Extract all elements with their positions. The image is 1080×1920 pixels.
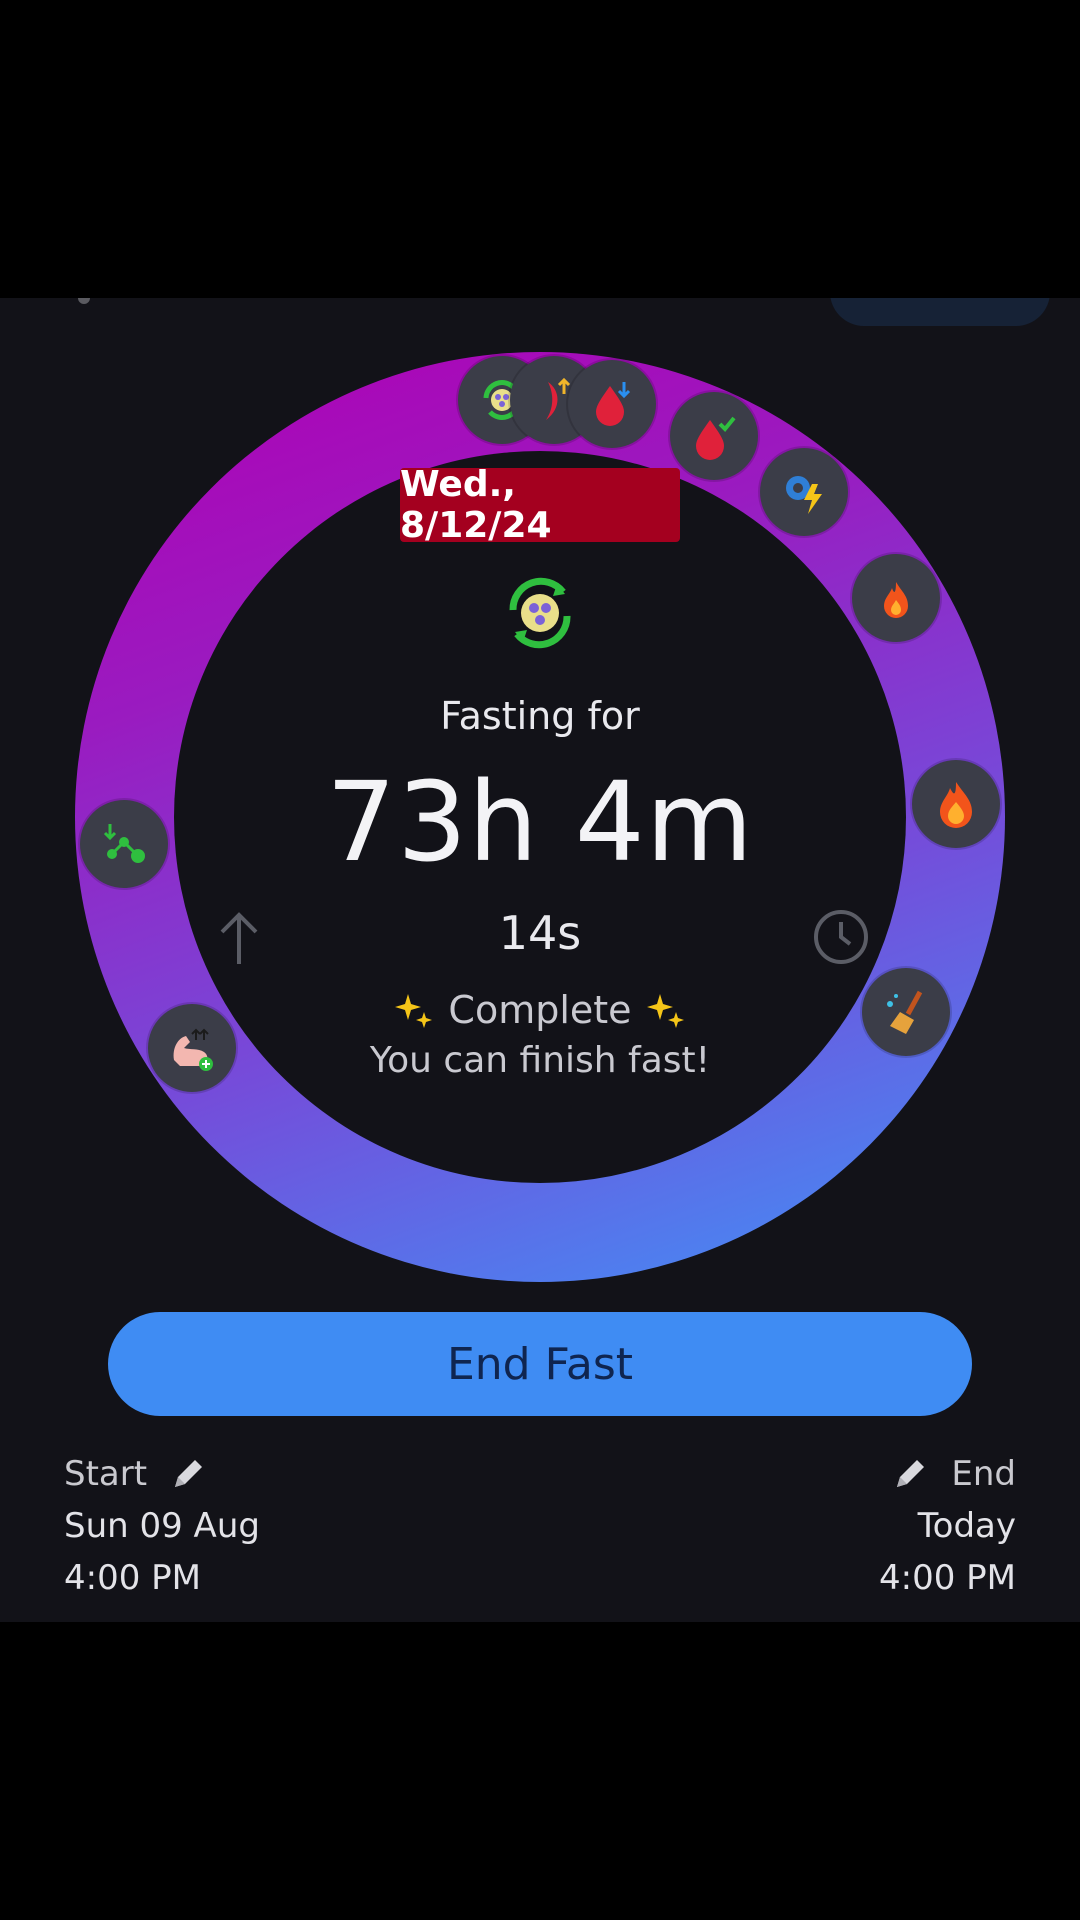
fat-burn-icon[interactable]: [852, 554, 940, 642]
start-label: Start: [64, 1454, 148, 1494]
arrow-up-icon[interactable]: [214, 910, 264, 966]
start-date[interactable]: Sun 09 Aug: [64, 1500, 260, 1552]
start-time[interactable]: 4:00 PM: [64, 1552, 260, 1604]
start-info: Start Sun 09 Aug 4:00 PM: [64, 1448, 260, 1604]
molecule-icon[interactable]: [80, 800, 168, 888]
end-label: End: [951, 1454, 1016, 1494]
metabolism-boost-icon[interactable]: [760, 448, 848, 536]
edit-end-pencil-icon[interactable]: [891, 1455, 929, 1493]
status-message: You can finish fast!: [369, 1040, 711, 1081]
fasting-progress-ring-area: Wed., 8/12/24 Fasting for 73h 4m 14s Com…: [0, 298, 1080, 1622]
autophagy-stage-icon: [509, 577, 571, 649]
sparkles-icon: [646, 994, 684, 1028]
fasting-screen: Wed., 8/12/24 Fasting for 73h 4m 14s Com…: [0, 298, 1080, 1622]
elapsed-seconds: 14s: [498, 906, 582, 960]
edit-start-pencil-icon[interactable]: [169, 1455, 207, 1493]
status-text: Complete: [448, 988, 632, 1032]
fasting-label: Fasting for: [440, 694, 640, 738]
cleanse-icon[interactable]: [862, 968, 950, 1056]
end-date[interactable]: Today: [879, 1500, 1016, 1552]
fat-burn-strong-icon[interactable]: [912, 760, 1000, 848]
end-time[interactable]: 4:00 PM: [879, 1552, 1016, 1604]
end-info: End Today 4:00 PM: [879, 1448, 1016, 1604]
clock-icon[interactable]: [812, 908, 870, 966]
blood-sugar-drop-icon[interactable]: [568, 360, 656, 448]
muscle-growth-icon[interactable]: [148, 1004, 236, 1092]
fast-date-tag: Wed., 8/12/24: [400, 464, 680, 546]
elapsed-time: 73h 4m: [326, 758, 754, 886]
status-row: Complete: [340, 988, 740, 1032]
sparkles-icon: [395, 994, 433, 1028]
blood-sugar-normal-icon[interactable]: [670, 392, 758, 480]
end-fast-button[interactable]: End Fast: [108, 1312, 972, 1416]
